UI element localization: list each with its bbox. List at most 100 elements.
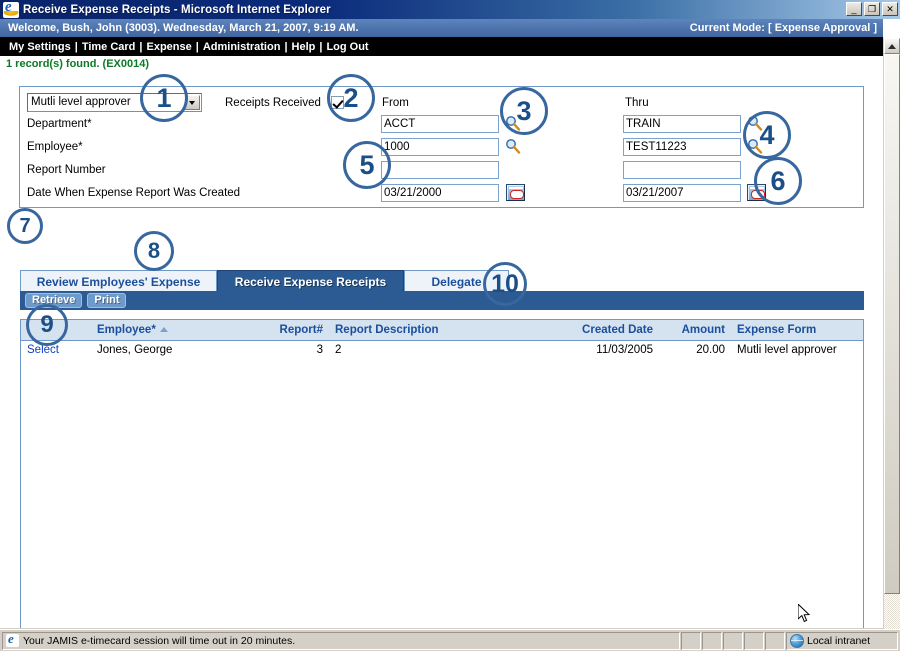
current-mode-text: Current Mode: [ Expense Approval ] <box>689 22 877 34</box>
receipts-received-label: Receipts Received <box>225 97 321 109</box>
results-table: Employee* Report# Report Description Cre… <box>21 320 863 359</box>
results-table-container: Employee* Report# Report Description Cre… <box>20 319 864 628</box>
welcome-text: Welcome, Bush, John (3003). Wednesday, M… <box>8 22 359 34</box>
chevron-down-icon[interactable] <box>184 95 200 110</box>
row-report-desc-cell: 2 <box>335 343 342 356</box>
window-controls: _ ❐ ✕ <box>846 2 898 16</box>
from-column-header: From <box>382 97 409 109</box>
nav-item-log-out[interactable]: Log Out <box>326 41 368 53</box>
statusbar-message-pane: Your JAMIS e-timecard session will time … <box>2 631 680 650</box>
close-button[interactable]: ✕ <box>882 2 898 16</box>
main-nav: My Settings | Time Card | Expense | Admi… <box>0 37 883 56</box>
employee-from-input[interactable] <box>381 138 499 156</box>
report-number-thru-input[interactable] <box>623 161 741 179</box>
row-employee-cell: Jones, George <box>97 343 173 356</box>
statusbar-message: Your JAMIS e-timecard session will time … <box>23 634 296 647</box>
globe-icon <box>790 633 804 648</box>
page-scrollbar[interactable] <box>883 38 900 647</box>
sort-ascending-icon <box>159 327 168 333</box>
column-header-select <box>21 320 91 341</box>
tab-strip: Review Employees' Expense Receive Expens… <box>20 269 864 292</box>
statusbar-pane-4 <box>744 631 764 650</box>
scroll-up-button[interactable] <box>884 38 900 54</box>
nav-item-my-settings[interactable]: My Settings <box>9 41 71 53</box>
receipts-received-checkbox[interactable] <box>331 96 344 109</box>
statusbar-pane-2 <box>702 631 722 650</box>
department-label: Department* <box>27 118 92 130</box>
nav-item-time-card[interactable]: Time Card <box>82 41 136 53</box>
date-created-thru-calendar-icon[interactable] <box>747 184 766 201</box>
department-from-input[interactable] <box>381 115 499 133</box>
date-created-from-calendar-icon[interactable] <box>506 184 525 201</box>
row-report-num-cell: 3 <box>316 343 323 356</box>
action-toolbar: Retrieve Print <box>20 291 864 310</box>
browser-statusbar: Your JAMIS e-timecard session will time … <box>0 629 900 651</box>
row-amount-cell: 20.00 <box>696 343 725 356</box>
nav-separator: | <box>319 40 323 53</box>
date-created-from-input[interactable] <box>381 184 499 202</box>
select-link[interactable]: Select <box>27 344 59 356</box>
column-header-created-date[interactable]: Created Date <box>549 320 659 341</box>
page-content: 1 record(s) found. (EX0014) Mutli level … <box>0 56 883 628</box>
row-created-date-cell: 11/03/2005 <box>596 343 653 356</box>
statusbar-pane-1 <box>681 631 701 650</box>
statusbar-zone-pane: Local intranet <box>786 631 898 650</box>
department-thru-input[interactable] <box>623 115 741 133</box>
employee-label: Employee* <box>27 141 83 153</box>
triangle-up-icon <box>888 43 896 49</box>
employee-thru-input[interactable] <box>623 138 741 156</box>
browser-content: Welcome, Bush, John (3003). Wednesday, M… <box>0 19 900 647</box>
tab-delegate[interactable]: Delegate <box>404 270 509 292</box>
scrollbar-thumb[interactable] <box>884 54 900 594</box>
table-header-row: Employee* Report# Report Description Cre… <box>21 320 863 341</box>
nav-item-expense[interactable]: Expense <box>146 41 191 53</box>
nav-separator: | <box>74 40 78 53</box>
tab-receive-expense-receipts[interactable]: Receive Expense Receipts <box>217 270 404 292</box>
minimize-button[interactable]: _ <box>846 2 862 16</box>
column-header-report-desc[interactable]: Report Description <box>329 320 549 341</box>
statusbar-pane-5 <box>765 631 785 650</box>
date-created-thru-input[interactable] <box>623 184 741 202</box>
employee-from-lookup-icon[interactable] <box>505 138 521 154</box>
table-row[interactable]: Select Jones, George 3 2 11/03/2005 20.0… <box>21 340 863 359</box>
column-header-amount[interactable]: Amount <box>659 320 731 341</box>
tab-label: Review Employees' Expense <box>36 274 201 289</box>
results-table-head: Employee* Report# Report Description Cre… <box>21 320 863 341</box>
thru-column-header: Thru <box>625 97 649 109</box>
nav-separator: | <box>284 40 288 53</box>
welcome-bar: Welcome, Bush, John (3003). Wednesday, M… <box>0 19 883 37</box>
department-thru-lookup-icon[interactable] <box>747 115 763 131</box>
tab-label: Delegate <box>431 274 482 289</box>
results-table-body: Select Jones, George 3 2 11/03/2005 20.0… <box>21 340 863 359</box>
scrollbar-track[interactable] <box>884 54 900 631</box>
nav-separator: | <box>139 40 143 53</box>
ie-icon <box>3 1 19 18</box>
ie-status-icon <box>6 634 19 647</box>
employee-thru-lookup-icon[interactable] <box>747 138 763 154</box>
row-expense-form-cell: Mutli level approver <box>737 343 837 356</box>
restore-button[interactable]: ❐ <box>864 2 880 16</box>
expense-form-select-value: Mutli level approver <box>31 96 131 108</box>
window-title: Receive Expense Receipts - Microsoft Int… <box>23 3 331 16</box>
statusbar-zone-label: Local intranet <box>807 634 871 647</box>
expense-form-select[interactable]: Mutli level approver <box>27 93 202 112</box>
report-number-from-input[interactable] <box>381 161 499 179</box>
column-header-report-num[interactable]: Report# <box>239 320 329 341</box>
column-header-employee[interactable]: Employee* <box>91 320 239 341</box>
record-count-message: 1 record(s) found. (EX0014) <box>6 58 150 70</box>
date-created-label: Date When Expense Report Was Created <box>27 187 241 199</box>
browser-window: Receive Expense Receipts - Microsoft Int… <box>0 0 900 651</box>
retrieve-button[interactable]: Retrieve <box>25 293 83 308</box>
department-from-lookup-icon[interactable] <box>505 115 521 131</box>
report-number-label: Report Number <box>27 164 106 176</box>
print-button[interactable]: Print <box>87 293 127 308</box>
column-header-expense-form[interactable]: Expense Form <box>731 320 863 341</box>
nav-item-help[interactable]: Help <box>292 41 316 53</box>
search-criteria-panel: Mutli level approver Receipts Received F… <box>19 86 864 208</box>
window-titlebar: Receive Expense Receipts - Microsoft Int… <box>0 0 900 19</box>
nav-item-administration[interactable]: Administration <box>203 41 281 53</box>
tab-label: Receive Expense Receipts <box>234 274 387 289</box>
column-header-employee-label: Employee* <box>97 323 156 336</box>
nav-separator: | <box>195 40 199 53</box>
tab-review-employees-expense[interactable]: Review Employees' Expense <box>20 270 217 292</box>
